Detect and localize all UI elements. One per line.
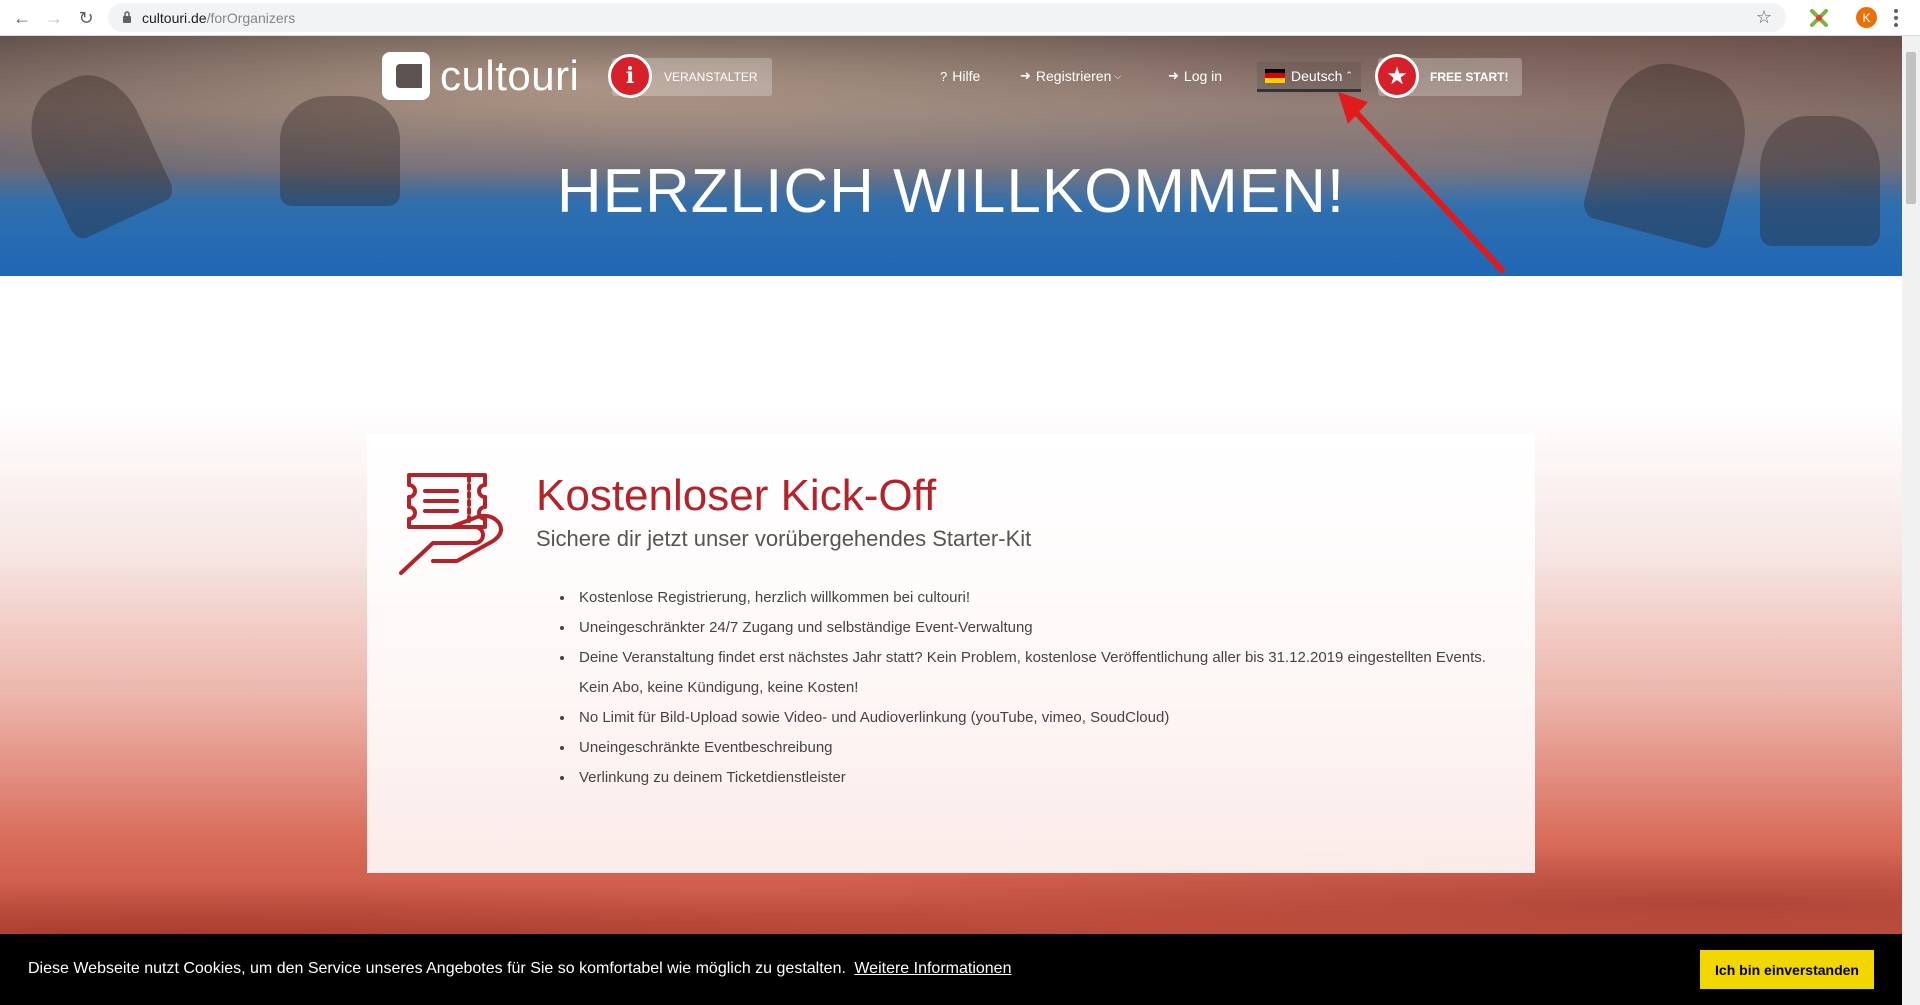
back-icon[interactable]: ← (10, 6, 34, 30)
scrollbar-thumb[interactable] (1906, 52, 1916, 204)
ticket-hand-icon (399, 473, 503, 575)
nav-login-label: Log in (1183, 68, 1223, 84)
list-item: No Limit für Bild-Upload sowie Video- un… (575, 703, 1495, 733)
language-label: Deutsch (1291, 67, 1343, 84)
url-path: /forOrganizers (206, 10, 296, 26)
hero-title: HERZLICH WILLKOMMEN! (556, 157, 1346, 226)
nav-register[interactable]: ➜ Registrieren ⌵ (1020, 68, 1121, 84)
chevron-up-icon: ⌃ (1345, 70, 1353, 80)
logo-text: cultouri (440, 52, 580, 99)
list-item: Kostenlose Registrierung, herzlich willk… (575, 583, 1495, 613)
nav-help-label: Hilfe (952, 68, 981, 84)
page-scrollbar[interactable] (1902, 36, 1920, 1005)
nav-login[interactable]: ➜ Log in (1168, 68, 1222, 84)
hero-header: cultouri i VERANSTALTER ? Hilfe ➜ Regist… (0, 36, 1902, 276)
card-subtitle: Sichere dir jetzt unser vorübergehendes … (536, 526, 1032, 551)
cookie-more-info-link[interactable]: Weitere Informationen (854, 960, 1011, 977)
free-start-button[interactable]: ★ FREE START! (1375, 54, 1522, 98)
cookie-accept-button[interactable]: Ich bin einverstanden (1700, 950, 1874, 989)
cookie-message: Diese Webseite nutzt Cookies, um den Ser… (28, 960, 846, 977)
list-item: Deine Veranstaltung findet erst nächstes… (575, 643, 1495, 703)
reload-icon[interactable]: ↻ (74, 6, 98, 30)
list-item: Uneingeschränkte Eventbeschreibung (575, 733, 1495, 763)
lock-icon (123, 11, 131, 23)
page-viewport: cultouri i VERANSTALTER ? Hilfe ➜ Regist… (0, 36, 1902, 1005)
cultouri-logo[interactable]: cultouri (382, 52, 579, 100)
feature-list: Kostenlose Registrierung, herzlich willk… (575, 583, 1495, 793)
extension-icon[interactable] (1808, 7, 1830, 29)
url-host: cultouri.de (142, 10, 207, 26)
list-item: Uneingeschränkter 24/7 Zugang und selbst… (575, 613, 1495, 643)
profile-avatar[interactable]: K (1856, 7, 1877, 28)
browser-toolbar: ← → ↻ cultouri.de/forOrganizers ☆ K (0, 0, 1920, 36)
cookie-banner: Diese Webseite nutzt Cookies, um den Ser… (0, 934, 1902, 1005)
address-bar[interactable]: cultouri.de/forOrganizers ☆ (108, 3, 1786, 32)
flag-de-icon (1265, 68, 1285, 83)
sign-in-icon: ➜ (1020, 68, 1031, 83)
kickoff-card: Kostenloser Kick-Off Sichere dir jetzt u… (367, 433, 1535, 873)
star-icon[interactable]: ☆ (1756, 7, 1772, 28)
cookie-text-wrap: Diese Webseite nutzt Cookies, um den Ser… (28, 960, 1011, 978)
card-title: Kostenloser Kick-Off (536, 471, 937, 520)
logo-mark-icon (382, 52, 430, 100)
url-text: cultouri.de/forOrganizers (142, 10, 295, 26)
list-item: Verlinkung zu deinem Ticketdienstleister (575, 763, 1495, 793)
nav-help[interactable]: ? Hilfe (940, 68, 980, 84)
nav-register-label: Registrieren (1035, 68, 1112, 84)
menu-icon[interactable] (1893, 7, 1899, 29)
organizer-label: VERANSTALTER (664, 70, 758, 84)
forward-icon[interactable]: → (42, 6, 66, 30)
language-selector[interactable]: Deutsch ⌃ (1257, 62, 1361, 92)
login-icon: ➜ (1168, 68, 1179, 83)
question-icon: ? (940, 68, 948, 84)
free-start-label: FREE START! (1430, 70, 1509, 84)
chevron-down-icon: ⌵ (1114, 70, 1122, 81)
info-icon: i (608, 54, 652, 98)
organizer-button[interactable]: i VERANSTALTER (608, 54, 772, 98)
